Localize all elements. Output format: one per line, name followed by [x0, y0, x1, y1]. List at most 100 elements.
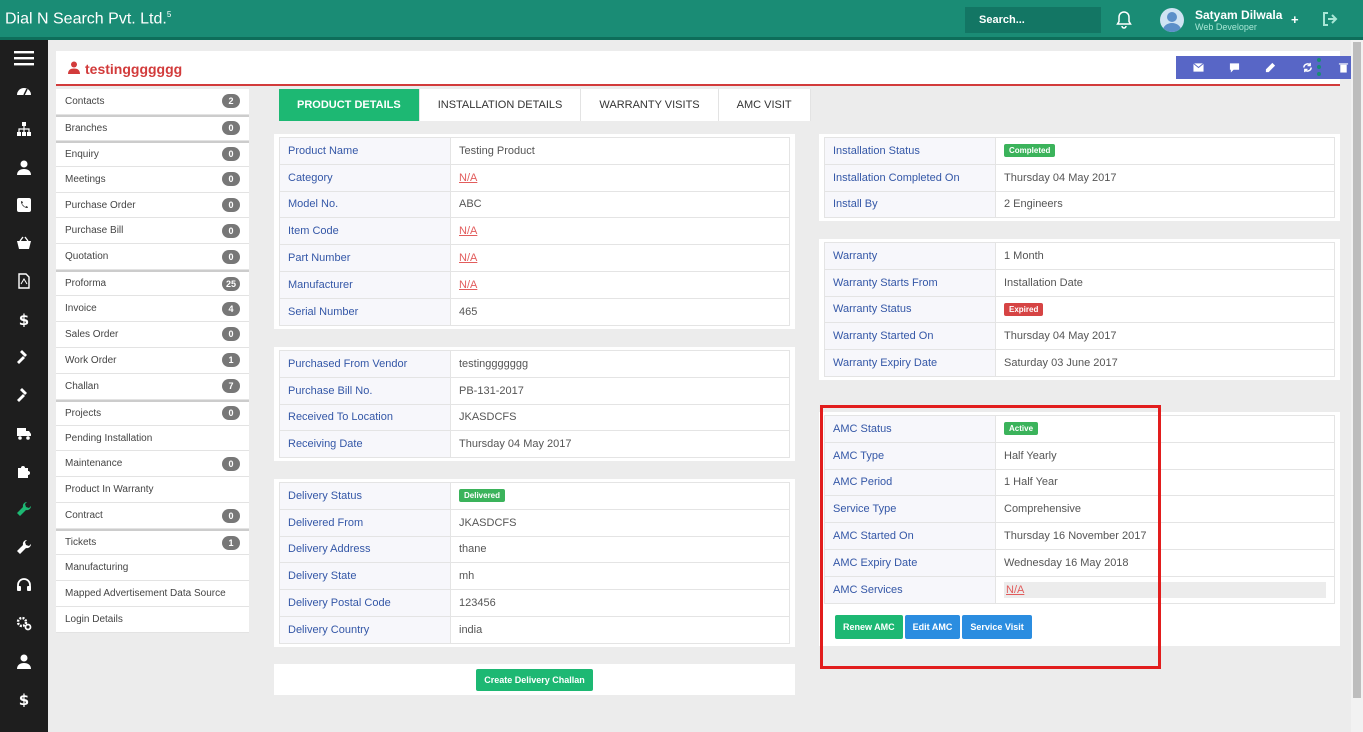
create-delivery-challan-button[interactable]: Create Delivery Challan: [476, 668, 593, 691]
wrench-icon[interactable]: [0, 532, 48, 562]
challan-panel: Create Delivery Challan: [274, 664, 795, 695]
brand-logo[interactable]: Dial N Search Pvt. Ltd.5: [5, 10, 171, 28]
menu-item-tickets[interactable]: Tickets 1: [56, 529, 249, 556]
location-value: JKASDCFS: [450, 403, 790, 432]
installation-completed-label: Installation Completed On: [824, 163, 996, 192]
menu-item-maintenance[interactable]: Maintenance 0: [56, 451, 249, 478]
org-chart-icon[interactable]: [0, 114, 48, 144]
email-icon[interactable]: [1188, 59, 1208, 77]
dashboard-icon[interactable]: [0, 76, 48, 106]
menu-item-contract[interactable]: Contract 0: [56, 503, 249, 530]
menu-item-projects[interactable]: Projects 0: [56, 399, 249, 426]
phone-icon[interactable]: [0, 190, 48, 220]
warranty-expiry-value: Saturday 03 June 2017: [995, 349, 1335, 377]
count-badge: 0: [222, 327, 240, 342]
menu-item-purchase-order[interactable]: Purchase Order 0: [56, 193, 249, 219]
basket-icon[interactable]: [0, 228, 48, 258]
part-number-link[interactable]: N/A: [459, 252, 477, 264]
tab-installation-details[interactable]: INSTALLATION DETAILS: [420, 89, 582, 121]
menu-item-quotation[interactable]: Quotation 0: [56, 244, 249, 271]
product-name-label: Product Name: [279, 137, 451, 165]
pdf-file-icon[interactable]: [0, 266, 48, 296]
menu-item-branches[interactable]: Branches 0: [56, 114, 249, 141]
tab-product-details[interactable]: PRODUCT DETAILS: [279, 89, 420, 121]
menu-item-challan[interactable]: Challan 7: [56, 374, 249, 400]
item-code-label: Item Code: [279, 217, 451, 246]
user-icon[interactable]: [0, 152, 48, 182]
icon-sidebar: $ $: [0, 40, 48, 732]
count-badge: 0: [222, 508, 240, 523]
serial-value: 465: [450, 297, 790, 326]
menu-item-meetings[interactable]: Meetings 0: [56, 167, 249, 193]
brand-name: Dial N Search Pvt. Ltd.: [5, 10, 167, 28]
comment-icon[interactable]: [1225, 59, 1245, 77]
puzzle-icon[interactable]: [0, 456, 48, 486]
tab-amc-visit[interactable]: AMC VISIT: [719, 89, 811, 121]
warranty-status-label: Warranty Status: [824, 295, 996, 324]
item-code-link[interactable]: N/A: [459, 225, 477, 237]
edit-icon[interactable]: [1261, 59, 1281, 77]
menu-item-pending-installation[interactable]: Pending Installation: [56, 426, 249, 452]
manufacturer-link[interactable]: N/A: [459, 279, 477, 291]
menu-item-proforma[interactable]: Proforma 25: [56, 270, 249, 297]
more-options-icon[interactable]: [1316, 58, 1322, 76]
count-badge: 0: [222, 121, 240, 136]
highlight-box: [820, 405, 1161, 669]
wrench-icon-active[interactable]: [0, 494, 48, 524]
menu-item-contacts[interactable]: Contacts 2: [56, 89, 249, 115]
search-input[interactable]: [965, 7, 1101, 33]
install-by-value: 2 Engineers: [995, 190, 1335, 219]
user-icon-2[interactable]: [0, 646, 48, 676]
delivery-country-label: Delivery Country: [279, 615, 451, 644]
refresh-icon[interactable]: [1297, 59, 1317, 77]
installation-panel: Installation Status Completed Installatio…: [819, 134, 1340, 222]
menu-item-invoice[interactable]: Invoice 4: [56, 296, 249, 323]
dollar-icon-2[interactable]: $: [0, 684, 48, 714]
menu-item-enquiry[interactable]: Enquiry 0: [56, 140, 249, 167]
bell-icon[interactable]: [1116, 11, 1132, 29]
page-title-text: testinggggggg: [85, 61, 183, 77]
avatar[interactable]: [1160, 8, 1184, 32]
count-badge: 1: [222, 535, 240, 550]
menu-item-manufacturing[interactable]: Manufacturing: [56, 555, 249, 581]
delivery-address-label: Delivery Address: [279, 535, 451, 564]
dollar-icon[interactable]: $: [0, 304, 48, 334]
scrollbar-thumb[interactable]: [1353, 42, 1361, 698]
menu-item-mapped-advertisement-data-source[interactable]: Mapped Advertisement Data Source: [56, 581, 249, 607]
serial-label: Serial Number: [279, 297, 451, 326]
category-link[interactable]: N/A: [459, 172, 477, 184]
menu-item-login-details[interactable]: Login Details: [56, 607, 249, 633]
truck-icon[interactable]: [0, 418, 48, 448]
delivered-from-label: Delivered From: [279, 508, 451, 537]
delivery-status-label: Delivery Status: [279, 482, 451, 510]
count-badge: 25: [221, 276, 240, 291]
detail-tabs: PRODUCT DETAILS INSTALLATION DETAILS WAR…: [279, 89, 811, 121]
gavel-icon-2[interactable]: [0, 380, 48, 410]
count-badge: 0: [222, 172, 240, 187]
count-badge: 1: [222, 353, 240, 368]
delivered-from-value: JKASDCFS: [450, 508, 790, 537]
gears-icon[interactable]: [0, 608, 48, 638]
menu-item-product-in-warranty[interactable]: Product In Warranty: [56, 477, 249, 504]
plus-icon[interactable]: +: [1291, 12, 1299, 27]
product-panel: Product Name Testing Product Category N/A …: [274, 134, 795, 329]
warranty-started-label: Warranty Started On: [824, 322, 996, 351]
brand-sup: 5: [166, 10, 172, 19]
menu-item-sales-order[interactable]: Sales Order 0: [56, 322, 249, 348]
delivery-address-value: thane: [450, 535, 790, 564]
delivery-panel: Delivery Status Delivered Delivered From J…: [274, 479, 795, 647]
menu-item-work-order[interactable]: Work Order 1: [56, 348, 249, 374]
gavel-icon[interactable]: [0, 342, 48, 372]
tab-warranty-visits[interactable]: WARRANTY VISITS: [581, 89, 719, 121]
count-badge: 0: [222, 406, 240, 421]
logout-icon[interactable]: [1322, 11, 1338, 27]
product-name-value: Testing Product: [450, 137, 790, 165]
vendor-value: testinggggggg: [450, 350, 790, 378]
menu-item-purchase-bill[interactable]: Purchase Bill 0: [56, 218, 249, 245]
delivery-country-value: india: [450, 615, 790, 644]
model-value: ABC: [450, 190, 790, 219]
headset-icon[interactable]: [0, 570, 48, 600]
user-name[interactable]: Satyam Dilwala: [1195, 8, 1282, 22]
manufacturer-label: Manufacturer: [279, 270, 451, 299]
hamburger-menu-icon[interactable]: [0, 43, 48, 73]
